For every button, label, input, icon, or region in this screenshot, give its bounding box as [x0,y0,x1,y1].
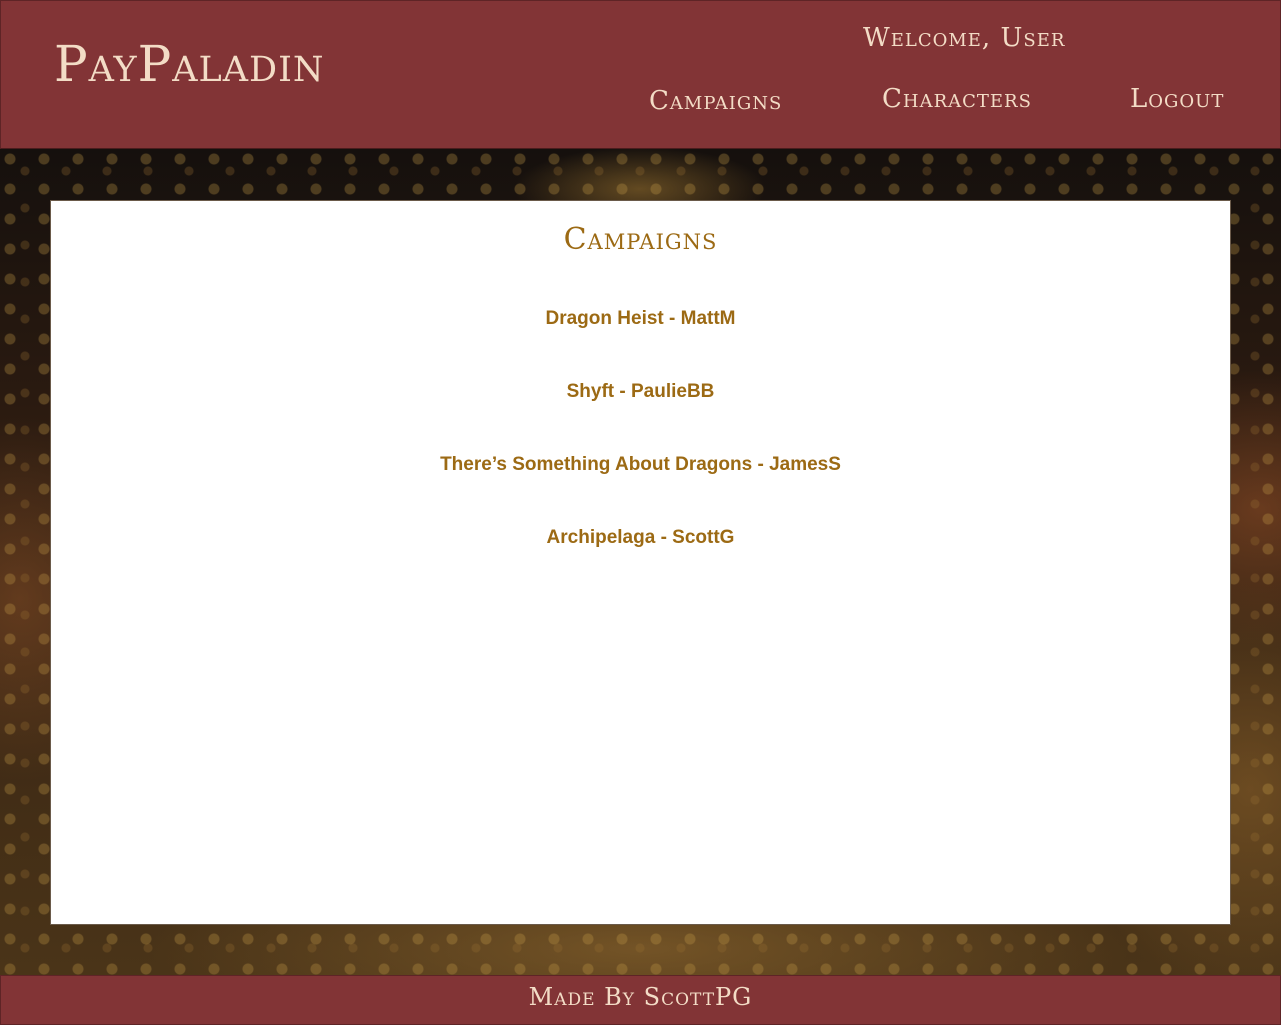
list-item: Archipelaga - ScottG [51,526,1230,599]
campaign-link-archipelaga[interactable]: Archipelaga - ScottG [547,527,735,548]
welcome-message: Welcome, User [863,23,1066,53]
campaign-link-something-about-dragons[interactable]: There’s Something About Dragons - JamesS [440,454,841,475]
page-title: Campaigns [563,222,718,257]
nav-campaigns-link[interactable]: Campaigns [649,88,782,114]
brand-logo[interactable]: PayPaladin [54,39,325,89]
site-footer: Made By ScottPG [0,975,1281,1025]
list-item: There’s Something About Dragons - JamesS [51,453,1230,526]
campaigns-panel: Campaigns Dragon Heist - MattM Shyft - P… [50,200,1231,925]
list-item: Shyft - PaulieBB [51,380,1230,453]
list-item: Dragon Heist - MattM [51,307,1230,380]
campaign-link-shyft[interactable]: Shyft - PaulieBB [567,381,715,402]
footer-credit: Made By ScottPG [528,983,753,1011]
nav-logout-link[interactable]: Logout [1130,86,1224,112]
campaign-list: Dragon Heist - MattM Shyft - PaulieBB Th… [51,307,1230,599]
nav-characters-link[interactable]: Characters [882,86,1032,112]
site-header: PayPaladin Welcome, User Campaigns Chara… [0,0,1281,149]
campaign-link-dragon-heist[interactable]: Dragon Heist - MattM [546,308,736,329]
